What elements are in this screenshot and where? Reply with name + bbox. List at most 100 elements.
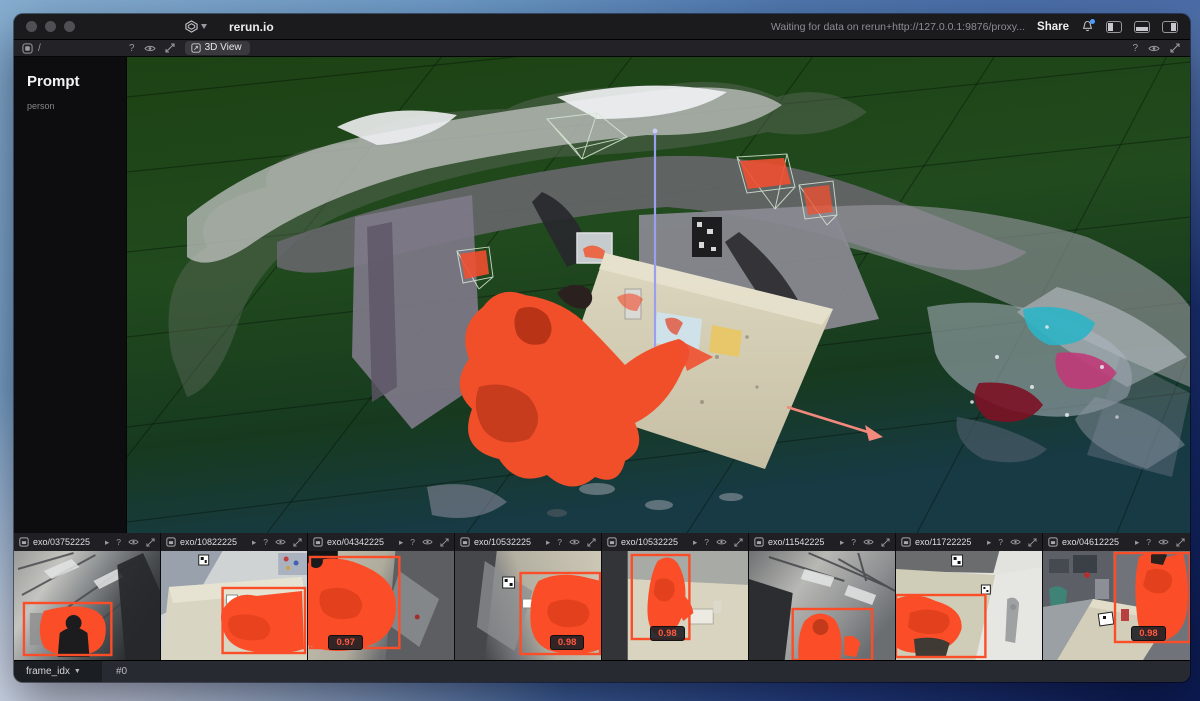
help-icon[interactable]: ? [998,537,1003,547]
3d-viewport[interactable] [127,57,1190,533]
camera-entity-path[interactable]: exo/03752225 [33,537,90,547]
visibility-icon[interactable] [863,538,874,546]
timeline-selector[interactable]: frame_idx ▼ [14,666,102,677]
notification-dot [1090,19,1095,24]
play-icon[interactable]: ▸ [1135,537,1139,548]
play-icon[interactable]: ▸ [105,537,109,548]
camera-view-header: exo/10822225 ▸ ? [161,533,307,551]
expand-icon[interactable] [146,537,155,547]
help-icon[interactable]: ? [1146,537,1151,547]
play-icon[interactable]: ▸ [252,537,256,548]
titlebar: rerun.io Waiting for data on rerun+http:… [14,14,1190,40]
camera-entity-path[interactable]: exo/04342225 [327,537,384,547]
wall-poster [692,217,722,257]
confidence-badge: 0.98 [549,635,585,651]
help-icon[interactable]: ? [263,537,268,547]
help-icon[interactable]: ? [704,537,709,547]
help-icon[interactable]: ? [557,537,562,547]
camera-entity-path[interactable]: exo/10822225 [180,537,237,547]
tab-3d-view[interactable]: 3D View [184,41,250,55]
timeline-track[interactable]: #0 [102,661,1190,682]
toggle-left-panel-button[interactable] [1106,20,1122,33]
camera-image[interactable]: 0.98 [455,551,601,660]
camera-image[interactable]: 0.97 [308,551,454,660]
expand-icon[interactable] [734,537,743,547]
prompt-value[interactable]: person [27,101,113,111]
visibility-icon[interactable] [1010,538,1021,546]
frame-icon [19,537,29,547]
visibility-icon[interactable] [1148,44,1160,53]
expand-icon[interactable] [587,537,596,547]
camera-image[interactable]: 0.98 [1043,551,1190,660]
frame-icon [313,537,323,547]
camera-view-header: exo/04612225 ▸ ? [1043,533,1190,551]
camera-image[interactable]: 0.98 [602,551,748,660]
play-icon[interactable]: ▸ [546,537,550,548]
camera-view-6[interactable]: exo/11542225 ▸ ? [749,533,896,660]
camera-entity-path[interactable]: exo/04612225 [1062,537,1119,547]
camera-entity-path[interactable]: exo/10532225 [474,537,531,547]
expand-icon[interactable] [1176,537,1185,547]
camera-image[interactable] [14,551,160,660]
breadcrumb[interactable]: / [38,43,41,54]
connection-status: Waiting for data on rerun+http://127.0.0… [770,20,1026,33]
share-button[interactable]: Share [1037,21,1069,33]
camera-view-header: exo/03752225 ▸ ? [14,533,160,551]
camera-image[interactable] [896,551,1042,660]
play-icon[interactable]: ▸ [987,537,991,548]
notifications-button[interactable] [1081,19,1095,33]
play-icon[interactable]: ▸ [399,537,403,548]
camera-view-header: exo/11722225 ▸ ? [896,533,1042,551]
expand-icon[interactable] [881,537,890,547]
camera-image[interactable] [749,551,895,660]
rerun-viewer-window: rerun.io Waiting for data on rerun+http:… [14,14,1190,682]
expand-icon[interactable] [293,537,302,547]
camera-entity-path[interactable]: exo/10532225 [621,537,678,547]
tab-3d-view-label: 3D View [204,42,242,53]
camera-view-header: exo/11542225 ▸ ? [749,533,895,551]
camera-entity-path[interactable]: exo/11722225 [915,537,971,547]
help-button[interactable]: ? [129,43,135,54]
frame-icon [607,537,617,547]
visibility-icon[interactable] [716,538,727,546]
camera-entity-path[interactable]: exo/11542225 [768,537,824,547]
camera-view-7[interactable]: exo/11722225 ▸ ? [896,533,1043,660]
camera-view-header: exo/04342225 ▸ ? [308,533,454,551]
visibility-icon[interactable] [275,538,286,546]
toggle-bottom-panel-button[interactable] [1134,20,1150,33]
expand-icon[interactable] [1170,43,1180,53]
blueprint-icon [22,42,33,54]
visibility-icon[interactable] [422,538,433,546]
visibility-icon[interactable] [1158,538,1169,546]
help-icon[interactable]: ? [410,537,415,547]
visibility-icon[interactable] [128,538,139,546]
camera-view-3[interactable]: exo/04342225 ▸ ? 0.97 [308,533,455,660]
expand-icon[interactable] [440,537,449,547]
visibility-icon[interactable] [143,44,156,53]
app-menu[interactable] [185,20,207,33]
help-icon[interactable]: ? [851,537,856,547]
minimize-window-button[interactable] [45,21,56,32]
zoom-window-button[interactable] [64,21,75,32]
expand-icon[interactable] [1028,537,1037,547]
visibility-icon[interactable] [569,538,580,546]
timeline-field-name: frame_idx [26,666,70,677]
camera-image[interactable] [161,551,307,660]
frame-icon [754,537,764,547]
camera-view-8[interactable]: exo/04612225 ▸ ? 0.98 [1043,533,1190,660]
viewport-help-button[interactable]: ? [1132,43,1138,54]
play-icon[interactable]: ▸ [840,537,844,548]
expand-icon[interactable] [165,43,175,53]
close-window-button[interactable] [26,21,37,32]
camera-view-1[interactable]: exo/03752225 ▸ ? [14,533,161,660]
camera-view-2[interactable]: exo/10822225 ▸ ? [161,533,308,660]
camera-view-5[interactable]: exo/10532225 ▸ ? 0.98 [602,533,749,660]
play-icon[interactable]: ▸ [693,537,697,548]
toggle-right-panel-button[interactable] [1162,20,1178,33]
frame-icon [901,537,911,547]
view-toolbar: / ? 3D View ? [14,40,1190,57]
camera-view-4[interactable]: exo/10532225 ▸ ? 0.98 [455,533,602,660]
help-icon[interactable]: ? [116,537,121,547]
frame-icon [460,537,470,547]
confidence-badge: 0.97 [328,635,363,651]
